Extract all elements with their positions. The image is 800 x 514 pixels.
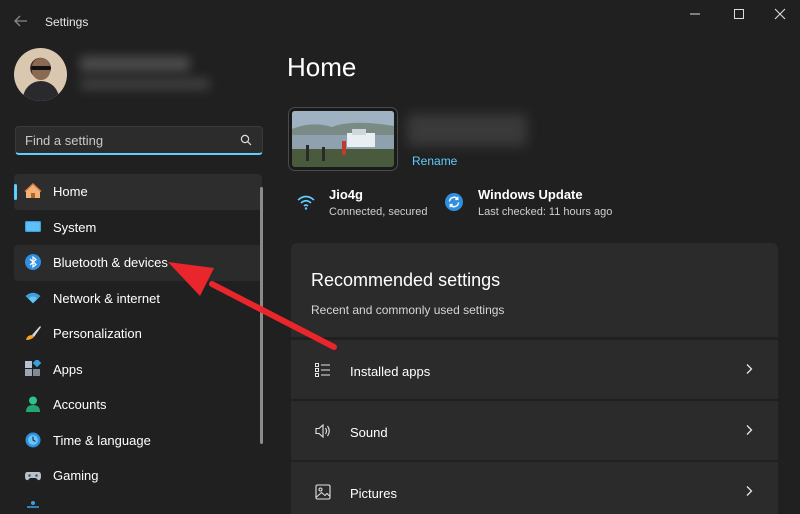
- gamepad-icon: [25, 472, 41, 481]
- picture-icon: [315, 484, 331, 500]
- sidebar-item-apps[interactable]: Apps: [14, 352, 262, 388]
- chevron-right-icon: [746, 486, 753, 496]
- speaker-icon: [315, 423, 330, 439]
- sidebar-item-system[interactable]: System: [14, 210, 262, 246]
- clock-globe-icon: [25, 432, 41, 447]
- close-icon[interactable]: [765, 5, 795, 23]
- chevron-right-icon: [746, 425, 753, 435]
- app-title: Settings: [45, 15, 89, 29]
- sidebar-item-label: Time & language: [53, 432, 151, 448]
- bluetooth-icon: [25, 254, 41, 270]
- avatar-body: [23, 81, 59, 101]
- avatar-glasses: [31, 66, 51, 70]
- maximize-icon[interactable]: [724, 5, 754, 23]
- windows-update-status: Last checked: 11 hours ago: [478, 206, 613, 218]
- brush-icon: [26, 326, 41, 340]
- page-title: Home: [287, 52, 357, 82]
- recommended-title: Recommended settings: [311, 270, 501, 290]
- sidebar-item-accounts[interactable]: Accounts: [14, 387, 262, 423]
- selection-indicator: [14, 184, 17, 200]
- sidebar-item-label: Gaming: [53, 468, 99, 483]
- sidebar-item-label: Apps: [53, 361, 83, 377]
- recommended-subtitle: Recent and commonly used settings: [311, 303, 505, 317]
- device-wallpaper-thumbnail[interactable]: [288, 107, 398, 171]
- windows-update-title[interactable]: Windows Update: [478, 187, 583, 202]
- sidebar-item-personalization[interactable]: Personalization: [14, 316, 262, 352]
- recommended-item-label: Sound: [350, 425, 388, 440]
- list-icon: [315, 363, 330, 377]
- blurred-user-name: [80, 56, 190, 72]
- recommended-item-sound[interactable]: Sound: [291, 401, 778, 460]
- network-name[interactable]: Jio4g: [329, 187, 363, 202]
- title-bar: Settings: [0, 0, 800, 30]
- recommended-item-pictures[interactable]: Pictures: [291, 462, 778, 514]
- wifi-icon: [25, 292, 41, 303]
- recommended-item-installed-apps[interactable]: Installed apps: [291, 340, 778, 399]
- sidebar-item-label: Network & internet: [53, 290, 160, 306]
- sidebar-nav: Home System Bluetooth & devices Network …: [14, 174, 262, 494]
- sidebar-item-network-internet[interactable]: Network & internet: [14, 281, 262, 317]
- search-box[interactable]: [15, 126, 263, 155]
- wifi-status-icon: [297, 195, 315, 210]
- sidebar-item-gaming[interactable]: Gaming: [14, 458, 262, 494]
- sidebar-item-cut-off: [14, 496, 262, 514]
- chevron-right-icon: [746, 364, 753, 374]
- recommended-settings-card: Recommended settings Recent and commonly…: [291, 243, 778, 337]
- blurred-user-email: [80, 78, 210, 90]
- blurred-device-name: [407, 114, 527, 146]
- sidebar-item-label: System: [53, 219, 97, 235]
- sidebar-item-label: Accounts: [53, 397, 107, 412]
- network-status: Connected, secured: [329, 206, 428, 218]
- search-input[interactable]: [25, 132, 225, 149]
- windows-update-icon: [445, 193, 463, 211]
- search-icon[interactable]: [240, 134, 252, 146]
- recommended-item-label: Pictures: [350, 486, 397, 501]
- sidebar-item-bluetooth-devices[interactable]: Bluetooth & devices: [14, 245, 262, 281]
- sidebar-item-label: Personalization: [53, 326, 142, 341]
- recommended-item-label: Installed apps: [350, 364, 431, 379]
- accessibility-icon: [27, 501, 39, 508]
- rename-link[interactable]: Rename: [412, 154, 457, 168]
- home-icon: [24, 182, 42, 198]
- sidebar-item-home[interactable]: Home: [14, 174, 262, 210]
- minimize-icon[interactable]: [680, 5, 710, 23]
- accounts-icon: [26, 396, 40, 412]
- wallpaper-picture: [292, 111, 394, 167]
- system-icon: [25, 220, 41, 232]
- avatar[interactable]: [14, 48, 67, 101]
- sidebar-item-label: Bluetooth & devices: [53, 255, 168, 270]
- sidebar-scrollbar[interactable]: [260, 187, 263, 444]
- sidebar-item-label: Home: [53, 184, 88, 199]
- back-arrow-icon[interactable]: [12, 12, 30, 30]
- sidebar-item-time-language[interactable]: Time & language: [14, 423, 262, 459]
- apps-icon: [25, 359, 42, 376]
